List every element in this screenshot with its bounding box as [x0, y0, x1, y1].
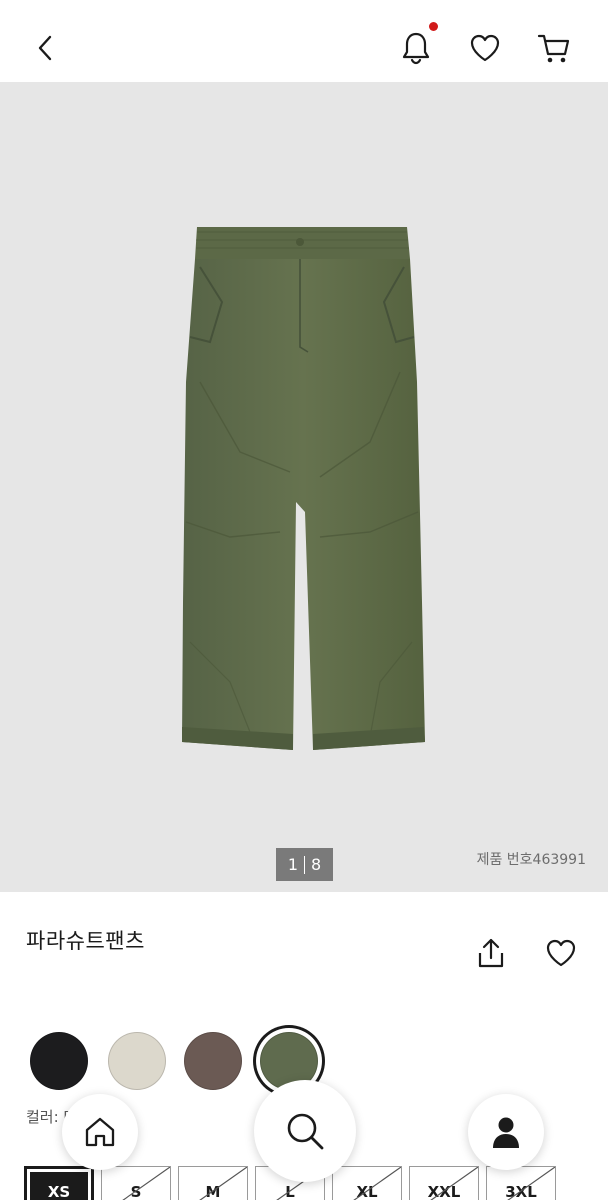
- size-option-xl[interactable]: XL: [332, 1166, 402, 1200]
- sold-out-slash: [353, 1167, 401, 1200]
- notifications-button[interactable]: [394, 26, 438, 70]
- bell-icon: [402, 32, 430, 65]
- back-button[interactable]: [26, 28, 66, 68]
- heart-icon: [470, 34, 500, 62]
- sold-out-slash: [122, 1167, 170, 1200]
- product-wishlist-button[interactable]: [540, 932, 582, 974]
- color-swatch-black[interactable]: [30, 1032, 88, 1090]
- sold-out-slash: [507, 1167, 555, 1200]
- cart-button[interactable]: [532, 26, 576, 70]
- size-selected-fill: XS: [30, 1172, 88, 1200]
- size-label: XS: [47, 1183, 71, 1200]
- wishlist-button[interactable]: [463, 26, 507, 70]
- account-button[interactable]: [468, 1094, 544, 1170]
- top-bar: [0, 0, 608, 82]
- size-option-xxl[interactable]: XXL: [409, 1166, 479, 1200]
- cart-icon: [537, 34, 570, 63]
- product-title: 파라슈트팬츠: [26, 929, 145, 953]
- color-swatch-natural[interactable]: [108, 1032, 166, 1090]
- home-icon: [85, 1117, 115, 1147]
- size-option-s[interactable]: S: [101, 1166, 171, 1200]
- image-pager: 1 8: [276, 848, 333, 881]
- color-swatch-brown[interactable]: [184, 1032, 242, 1090]
- pager-separator: [304, 855, 305, 874]
- notification-dot: [429, 22, 438, 31]
- sold-out-slash: [430, 1167, 478, 1200]
- size-option-m[interactable]: M: [178, 1166, 248, 1200]
- product-number: 제품 번호463991: [476, 852, 586, 868]
- search-icon: [287, 1113, 324, 1150]
- search-button[interactable]: [254, 1080, 356, 1182]
- share-icon: [478, 938, 504, 968]
- pager-total: 8: [311, 855, 322, 874]
- pager-current: 1: [287, 855, 298, 874]
- share-button[interactable]: [470, 932, 512, 974]
- home-button[interactable]: [62, 1094, 138, 1170]
- sold-out-slash: [199, 1167, 247, 1200]
- product-image: [182, 227, 425, 750]
- product-image-gallery[interactable]: 1 8 제품 번호463991: [0, 82, 608, 892]
- chevron-left-icon: [38, 35, 52, 61]
- size-option-xs[interactable]: XS: [24, 1166, 94, 1200]
- size-option-3xl[interactable]: 3XL: [486, 1166, 556, 1200]
- heart-icon: [546, 939, 576, 967]
- user-icon: [493, 1117, 519, 1148]
